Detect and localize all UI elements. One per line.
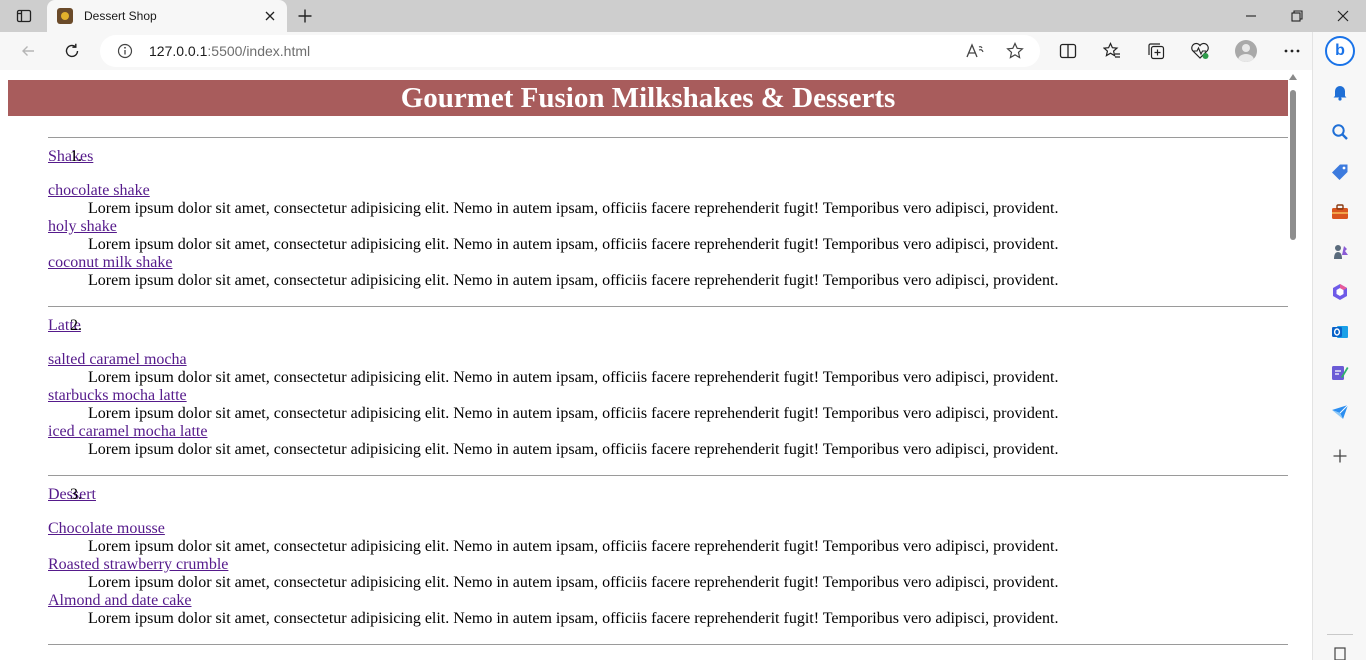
close-icon bbox=[1337, 10, 1349, 22]
paper-plane-icon[interactable] bbox=[1326, 398, 1354, 426]
split-screen-icon[interactable] bbox=[1054, 37, 1082, 65]
profile-avatar-icon[interactable] bbox=[1232, 37, 1260, 65]
close-icon[interactable] bbox=[259, 5, 281, 27]
item-link-chocolate-shake[interactable]: chocolate shake bbox=[48, 182, 150, 199]
category-shakes: 1. Shakes chocolate shake Lorem ipsum do… bbox=[8, 137, 1288, 306]
item-description: Lorem ipsum dolor sit amet, consectetur … bbox=[88, 574, 1059, 591]
item-list: salted caramel mocha Lorem ipsum dolor s… bbox=[48, 351, 1288, 459]
item-link-holy-shake[interactable]: holy shake bbox=[48, 218, 117, 235]
category-number: 1. bbox=[70, 148, 82, 165]
item-description: Lorem ipsum dolor sit amet, consectetur … bbox=[88, 236, 1059, 253]
category-latte: 2. Latte salted caramel mocha Lorem ipsu… bbox=[8, 306, 1288, 475]
divider bbox=[48, 137, 1288, 138]
more-icon[interactable] bbox=[1278, 37, 1306, 65]
item-link-chocolate-mousse[interactable]: Chocolate mousse bbox=[48, 520, 165, 537]
item-link-iced-caramel-mocha-latte[interactable]: iced caramel mocha latte bbox=[48, 423, 207, 440]
address-bar[interactable]: 127.0.0.1:5500/index.html bbox=[100, 35, 1040, 67]
restore-button[interactable] bbox=[1274, 0, 1320, 32]
minimize-button[interactable] bbox=[1228, 0, 1274, 32]
scroll-thumb[interactable] bbox=[1290, 90, 1296, 240]
category-list: 1. Shakes chocolate shake Lorem ipsum do… bbox=[8, 137, 1288, 645]
browser-toolbar: 127.0.0.1:5500/index.html bbox=[0, 32, 1312, 70]
refresh-icon bbox=[65, 43, 79, 58]
edge-sidebar: b bbox=[1312, 32, 1366, 660]
item-link-almond-and-date-cake[interactable]: Almond and date cake bbox=[48, 592, 192, 609]
item-description: Lorem ipsum dolor sit amet, consectetur … bbox=[88, 369, 1059, 386]
outlook-icon[interactable] bbox=[1326, 318, 1354, 346]
item-description: Lorem ipsum dolor sit amet, consectetur … bbox=[88, 405, 1059, 422]
star-icon[interactable] bbox=[1003, 39, 1027, 63]
item-link-roasted-strawberry-crumble[interactable]: Roasted strawberry crumble bbox=[48, 556, 228, 573]
divider bbox=[48, 475, 1288, 476]
read-aloud-icon[interactable] bbox=[963, 39, 987, 63]
plus-icon bbox=[298, 9, 312, 23]
browser-tab[interactable]: Dessert Shop bbox=[47, 0, 287, 32]
tag-icon[interactable] bbox=[1326, 158, 1354, 186]
favicon-icon bbox=[57, 8, 73, 24]
office-icon[interactable] bbox=[1326, 278, 1354, 306]
minimize-icon bbox=[1246, 15, 1256, 17]
item-description: Lorem ipsum dolor sit amet, consectetur … bbox=[88, 538, 1059, 555]
plus-icon[interactable] bbox=[1326, 442, 1354, 470]
back-button[interactable] bbox=[14, 37, 42, 65]
item-link-starbucks-mocha-latte[interactable]: starbucks mocha latte bbox=[48, 387, 187, 404]
bing-icon[interactable]: b bbox=[1324, 35, 1356, 67]
scroll-up-icon[interactable] bbox=[1289, 74, 1297, 80]
back-arrow-icon bbox=[22, 46, 34, 56]
divider bbox=[48, 306, 1288, 307]
item-link-salted-caramel-mocha[interactable]: salted caramel mocha bbox=[48, 351, 187, 368]
item-link-coconut-milk-shake[interactable]: coconut milk shake bbox=[48, 254, 172, 271]
chess-icon[interactable] bbox=[1326, 238, 1354, 266]
refresh-button[interactable] bbox=[58, 37, 86, 65]
page-title: Gourmet Fusion Milkshakes & Desserts bbox=[8, 80, 1288, 116]
info-icon[interactable] bbox=[116, 42, 134, 60]
url-path: :5500/index.html bbox=[207, 43, 311, 59]
heartbeat-icon[interactable] bbox=[1186, 37, 1214, 65]
item-list: chocolate shake Lorem ipsum dolor sit am… bbox=[48, 182, 1288, 290]
item-description: Lorem ipsum dolor sit amet, consectetur … bbox=[88, 610, 1059, 627]
page-viewport: Gourmet Fusion Milkshakes & Desserts 1. … bbox=[0, 70, 1312, 660]
favorites-icon[interactable] bbox=[1098, 37, 1126, 65]
item-list: Chocolate mousse Lorem ipsum dolor sit a… bbox=[48, 520, 1288, 628]
search-icon[interactable] bbox=[1326, 118, 1354, 146]
tab-strip: Dessert Shop bbox=[0, 0, 1366, 32]
url-host: 127.0.0.1 bbox=[149, 43, 208, 59]
toolbox-icon[interactable] bbox=[1326, 198, 1354, 226]
designer-icon[interactable] bbox=[1326, 358, 1354, 386]
url-text[interactable]: 127.0.0.1:5500/index.html bbox=[149, 43, 310, 59]
restore-icon bbox=[1291, 10, 1303, 22]
collections-icon[interactable] bbox=[1142, 37, 1170, 65]
item-description: Lorem ipsum dolor sit amet, consectetur … bbox=[88, 272, 1059, 289]
close-window-button[interactable] bbox=[1320, 0, 1366, 32]
sidebar-settings-icon[interactable] bbox=[1326, 646, 1354, 660]
page-content: Gourmet Fusion Milkshakes & Desserts 1. … bbox=[8, 80, 1288, 645]
sidebar-divider bbox=[1327, 634, 1353, 635]
divider bbox=[48, 644, 1288, 645]
tab-title: Dessert Shop bbox=[84, 9, 157, 23]
item-description: Lorem ipsum dolor sit amet, consectetur … bbox=[88, 441, 1059, 458]
category-number: 3. bbox=[70, 486, 82, 503]
bell-icon[interactable] bbox=[1326, 78, 1354, 106]
category-number: 2. bbox=[70, 317, 82, 334]
tab-actions-icon[interactable] bbox=[8, 4, 40, 28]
item-description: Lorem ipsum dolor sit amet, consectetur … bbox=[88, 200, 1059, 217]
new-tab-button[interactable] bbox=[292, 4, 318, 28]
category-dessert: 3. Dessert Chocolate mousse Lorem ipsum … bbox=[8, 475, 1288, 645]
vertical-scrollbar[interactable] bbox=[1288, 70, 1298, 660]
